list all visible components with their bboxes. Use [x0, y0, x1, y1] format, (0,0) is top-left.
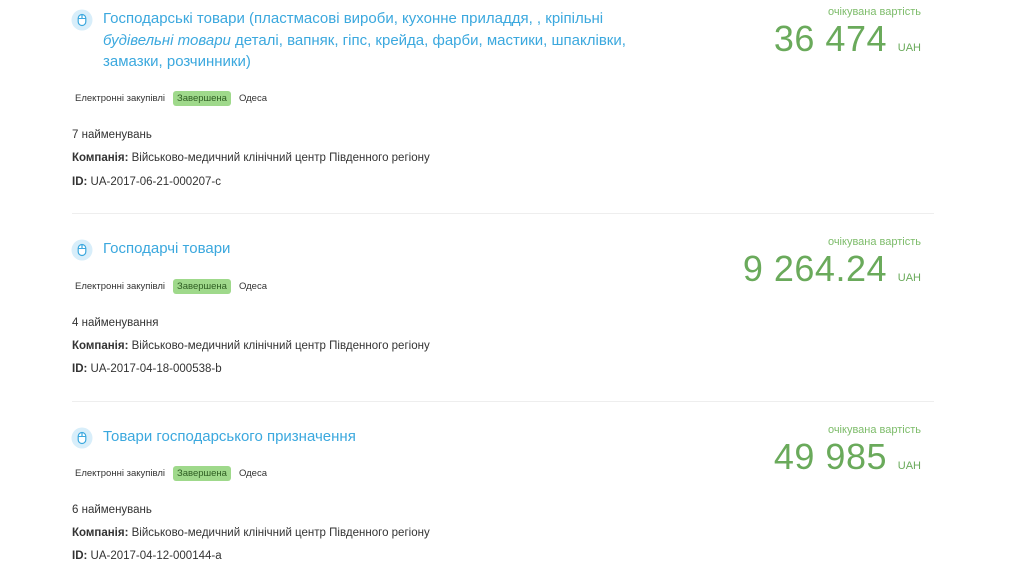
city-tag: Одеса	[238, 467, 267, 479]
city-tag: Одеса	[238, 92, 267, 104]
tender-title-text: Товари господарського призначення	[103, 428, 356, 445]
tender-tags: Електронні закупівлі Завершена Одеса	[72, 90, 270, 106]
company-name: Військово-медичний клінічний центр Півде…	[131, 340, 430, 352]
tender-id-line: ID: UA-2017-04-18-000538-b	[72, 362, 222, 376]
tender-id: UA-2017-04-18-000538-b	[90, 363, 222, 375]
company-label: Компанія:	[72, 152, 129, 164]
currency-label: UAH	[897, 460, 921, 472]
status-badge: Завершена	[172, 465, 231, 481]
tender-title-link[interactable]: Господарські товари (пластмасові вироби,…	[103, 8, 663, 73]
status-badge: Завершена	[172, 90, 231, 106]
company-label: Компанія:	[72, 527, 129, 539]
expected-value-amount: 9 264.24	[742, 248, 887, 289]
id-label: ID:	[72, 176, 88, 188]
expected-value-amount: 49 985	[773, 436, 887, 477]
divider	[72, 213, 934, 214]
company-line: Компанія: Військово-медичний клінічний ц…	[72, 526, 430, 540]
tender-title-link[interactable]: Господарчі товари	[103, 238, 663, 260]
tender-list: Господарські товари (пластмасові вироби,…	[0, 0, 1024, 571]
expected-value: очікувана вартість 9 264.24 UAH	[743, 236, 921, 289]
tender-card: Товари господарського призначення Електр…	[0, 403, 1024, 571]
tender-id: UA-2017-04-12-000144-a	[90, 550, 222, 562]
mouse-icon	[71, 239, 93, 261]
tender-tags: Електронні закупівлі Завершена Одеса	[72, 465, 270, 481]
currency-label: UAH	[897, 42, 921, 54]
expected-value: очікувана вартість 49 985 UAH	[774, 424, 921, 477]
divider	[72, 401, 934, 402]
mouse-icon	[71, 9, 93, 31]
tender-card: Господарські товари (пластмасові вироби,…	[0, 0, 1024, 215]
id-label: ID:	[72, 550, 88, 562]
mouse-icon	[71, 427, 93, 449]
items-count: 6 найменувань	[72, 504, 152, 516]
tender-title-link[interactable]: Товари господарського призначення	[103, 426, 663, 448]
tender-title-text: Господарчі товари	[103, 240, 231, 257]
company-line: Компанія: Військово-медичний клінічний ц…	[72, 151, 430, 165]
items-count: 4 найменування	[72, 317, 159, 329]
items-count: 7 найменувань	[72, 129, 152, 141]
tender-id: UA-2017-06-21-000207-c	[90, 176, 221, 188]
company-label: Компанія:	[72, 340, 129, 352]
currency-label: UAH	[897, 272, 921, 284]
company-line: Компанія: Військово-медичний клінічний ц…	[72, 339, 430, 353]
tender-tags: Електронні закупівлі Завершена Одеса	[72, 278, 270, 294]
company-name: Військово-медичний клінічний центр Півде…	[131, 152, 430, 164]
tender-title-text: будівельні товари	[103, 31, 231, 49]
city-tag: Одеса	[238, 280, 267, 292]
expected-value-amount: 36 474	[773, 18, 887, 59]
procurement-type-tag: Електронні закупівлі	[75, 280, 165, 292]
procurement-type-tag: Електронні закупівлі	[75, 92, 165, 104]
procurement-type-tag: Електронні закупівлі	[75, 467, 165, 479]
expected-value: очікувана вартість 36 474 UAH	[774, 6, 921, 59]
tender-card: Господарчі товари Електронні закупівлі З…	[0, 215, 1024, 403]
id-label: ID:	[72, 363, 88, 375]
tender-id-line: ID: UA-2017-04-12-000144-a	[72, 549, 222, 563]
tender-id-line: ID: UA-2017-06-21-000207-c	[72, 175, 221, 189]
company-name: Військово-медичний клінічний центр Півде…	[131, 527, 430, 539]
tender-title-text: Господарські товари (пластмасові вироби,…	[103, 10, 604, 27]
status-badge: Завершена	[172, 278, 231, 294]
